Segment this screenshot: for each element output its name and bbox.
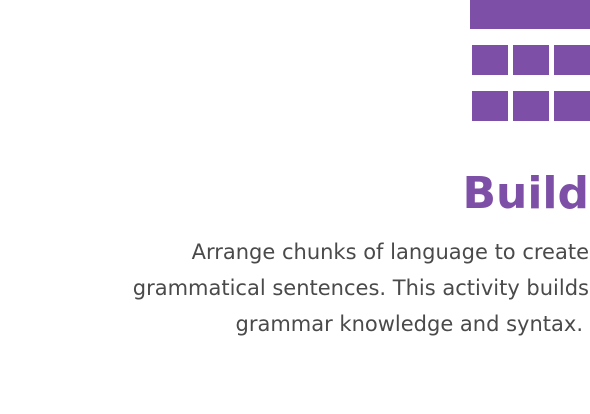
description-line: grammar knowledge and syntax. bbox=[235, 312, 584, 336]
activity-description: Arrange chunks of language to create gra… bbox=[49, 234, 589, 342]
description-line: grammatical sentences. This activity bui… bbox=[132, 276, 589, 300]
grid-cell bbox=[472, 45, 508, 75]
grid-cell bbox=[472, 91, 508, 121]
grid-cell bbox=[554, 45, 590, 75]
build-grid-icon bbox=[470, 0, 590, 122]
grid-cell bbox=[513, 45, 549, 75]
grid-cell bbox=[554, 91, 590, 121]
grid-cell bbox=[513, 91, 549, 121]
activity-title: Build bbox=[462, 168, 589, 219]
grid-top-bar bbox=[470, 0, 590, 29]
description-line: Arrange chunks of language to create bbox=[191, 240, 589, 264]
